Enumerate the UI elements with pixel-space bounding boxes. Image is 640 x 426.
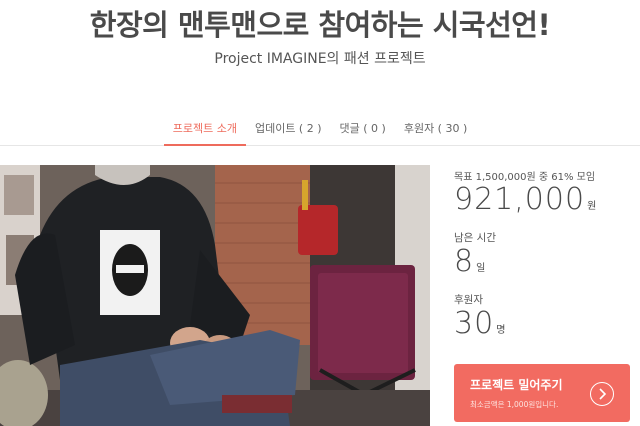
- tab-comments[interactable]: 댓글 ( 0 ): [331, 112, 395, 146]
- backers-count: 30: [454, 306, 495, 341]
- project-photo: [0, 165, 430, 426]
- amount-unit: 원: [587, 201, 597, 212]
- project-title: 한장의 맨투맨으로 참여하는 시국선언!: [89, 8, 551, 42]
- chevron-right-icon: [590, 382, 614, 406]
- fund-button-note: 최소금액은 1,000원입니다.: [470, 400, 559, 409]
- time-label: 남은 시간: [454, 232, 496, 244]
- days-left: 8: [454, 244, 475, 279]
- fund-button-label: 프로젝트 밀어주기: [470, 378, 563, 392]
- fund-project-button[interactable]: 프로젝트 밀어주기 최소금액은 1,000원입니다.: [454, 364, 630, 422]
- project-photo-image: [0, 165, 430, 426]
- tab-updates[interactable]: 업데이트 ( 2 ): [246, 112, 331, 146]
- amount-raised: 921,000: [454, 182, 586, 217]
- amount-row: 921,000 원: [454, 182, 596, 217]
- days-row: 8일: [454, 244, 485, 279]
- backers-unit: 명: [496, 325, 506, 336]
- project-subtitle: Project IMAGINE의 패션 프로젝트: [214, 51, 426, 67]
- tab-backers[interactable]: 후원자 ( 30 ): [395, 112, 476, 146]
- backers-row: 30 명: [454, 306, 505, 341]
- days-unit: 일: [476, 263, 486, 274]
- tab-intro[interactable]: 프로젝트 소개: [163, 112, 246, 146]
- backers-label: 후원자: [454, 294, 483, 306]
- goal-text: 목표 1,500,000원 중 61% 모임: [454, 172, 596, 183]
- project-tabs: 프로젝트 소개 업데이트 ( 2 ) 댓글 ( 0 ) 후원자 ( 30 ): [0, 112, 640, 146]
